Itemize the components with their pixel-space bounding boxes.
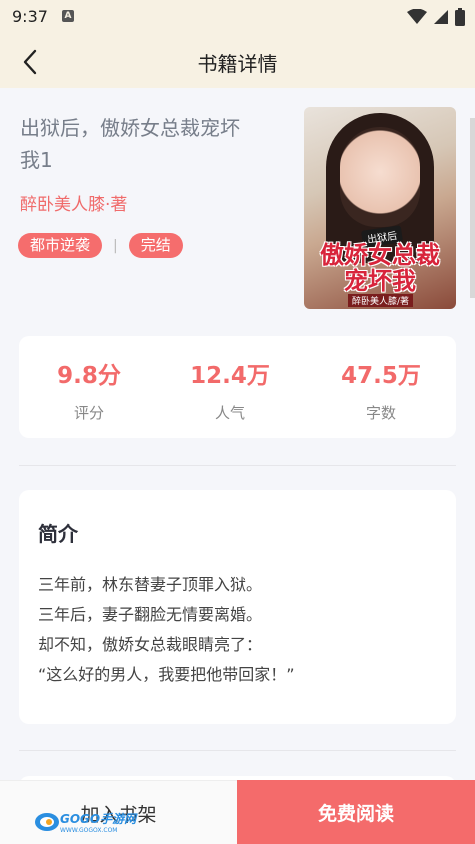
stat-popularity-value: 12.4万 bbox=[190, 363, 270, 389]
divider bbox=[19, 750, 456, 751]
tag-separator: | bbox=[113, 237, 118, 254]
watermark-logo-icon bbox=[35, 813, 59, 831]
free-read-label: 免费阅读 bbox=[317, 803, 394, 825]
status-icons bbox=[407, 8, 465, 26]
page-title: 书籍详情 bbox=[197, 52, 278, 76]
divider bbox=[19, 465, 456, 466]
app-header: 书籍详情 bbox=[0, 36, 475, 88]
watermark-text: GOGO手游网 bbox=[60, 812, 137, 826]
book-title-line-2: 我1 bbox=[20, 148, 53, 172]
intro-line: 却不知，傲娇女总裁眼睛亮了： bbox=[38, 635, 263, 654]
watermark-url: WWW.GOGOX.COM bbox=[60, 827, 118, 834]
intro-line: 三年后，妻子翻脸无情要离婚。 bbox=[38, 605, 263, 624]
stat-popularity-label: 人气 bbox=[214, 404, 245, 422]
cover-face-shape bbox=[340, 127, 420, 227]
stat-rating-value: 9.8分 bbox=[57, 363, 121, 389]
book-title-line-1: 出狱后，傲娇女总裁宠坏 bbox=[20, 116, 240, 140]
book-author: 醉卧美人膝·著 bbox=[20, 195, 128, 215]
tag-genre[interactable]: 都市逆袭 bbox=[18, 233, 103, 258]
free-read-button[interactable]: 免费阅读 bbox=[237, 780, 475, 844]
stat-rating: 9.8分 评分 bbox=[19, 356, 159, 423]
book-cover: 出狱后 傲娇女总裁 宠坏我 醉卧美人膝/著 bbox=[304, 107, 456, 309]
cover-big-title-line-1: 傲娇女总裁 bbox=[320, 241, 440, 269]
intro-text: 三年前，林东替妻子顶罪入狱。 三年后，妻子翻脸无情要离婚。 却不知，傲娇女总裁眼… bbox=[38, 570, 295, 690]
intro-line: 三年前，林东替妻子顶罪入狱。 bbox=[38, 575, 263, 594]
book-title: 出狱后，傲娇女总裁宠坏 我1 bbox=[20, 112, 280, 176]
stat-wordcount-label: 字数 bbox=[365, 404, 396, 422]
watermark: GOGO手游网 WWW.GOGOX.COM bbox=[34, 810, 136, 834]
book-tags: 都市逆袭 | 完结 bbox=[18, 233, 183, 258]
notification-a-icon: A bbox=[62, 10, 74, 22]
battery-icon bbox=[455, 8, 465, 26]
stats-card: 9.8分 评分 12.4万 人气 47.5万 字数 bbox=[19, 336, 456, 438]
stat-popularity: 12.4万 人气 bbox=[160, 356, 300, 423]
intro-card: 简介 三年前，林东替妻子顶罪入狱。 三年后，妻子翻脸无情要离婚。 却不知，傲娇女… bbox=[19, 490, 456, 724]
watermark-text-group: GOGO手游网 WWW.GOGOX.COM bbox=[60, 810, 136, 834]
tag-status[interactable]: 完结 bbox=[128, 233, 183, 258]
status-bar: 9:37 A bbox=[0, 0, 475, 36]
cover-author: 醉卧美人膝/著 bbox=[348, 294, 414, 307]
signal-icon bbox=[434, 10, 448, 24]
next-cover-edge bbox=[470, 118, 475, 298]
stat-wordcount: 47.5万 字数 bbox=[311, 356, 451, 423]
cover-big-title-line-2: 宠坏我 bbox=[344, 267, 416, 295]
stat-wordcount-value: 47.5万 bbox=[341, 363, 421, 389]
intro-heading: 简介 bbox=[38, 522, 78, 546]
intro-line: “这么好的男人，我要把他带回家！” bbox=[38, 665, 295, 684]
wifi-icon bbox=[407, 9, 427, 24]
stat-rating-label: 评分 bbox=[73, 404, 104, 422]
cover-big-title: 傲娇女总裁 宠坏我 bbox=[310, 242, 450, 294]
status-time: 9:37 bbox=[12, 7, 48, 26]
